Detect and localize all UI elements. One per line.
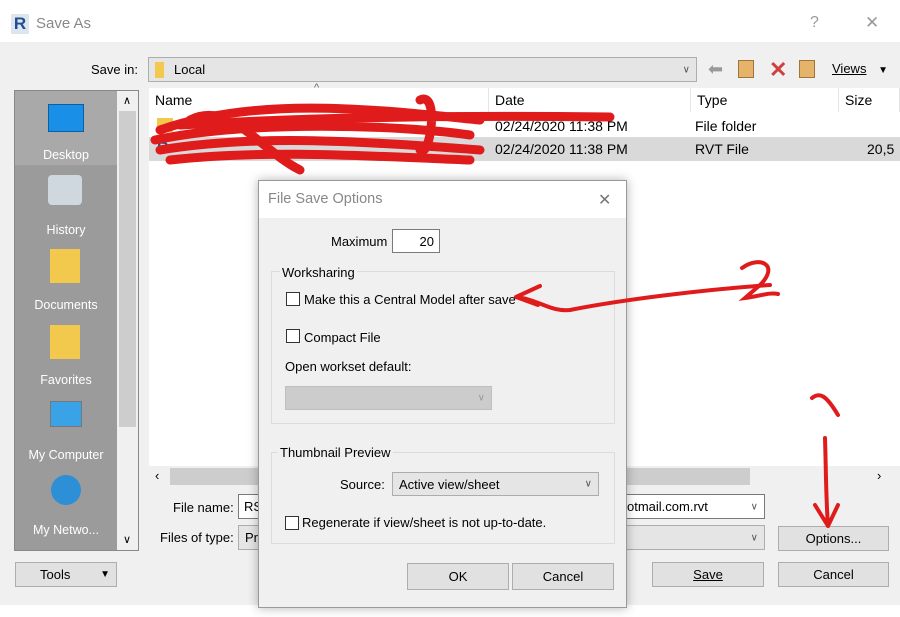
digit-two (738, 260, 780, 301)
arrow-to-central-model (514, 283, 772, 313)
redaction-scribble (150, 94, 615, 175)
digit-one (810, 393, 840, 417)
arrow-to-options (813, 436, 840, 528)
red-annotations (150, 94, 840, 528)
